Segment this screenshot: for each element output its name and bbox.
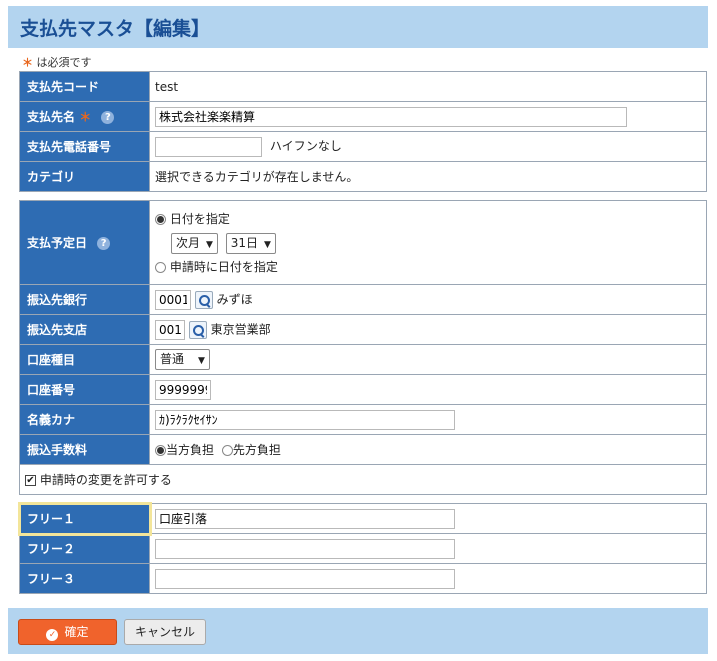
required-star-icon: ＊ xyxy=(79,110,92,124)
free2-label: フリー２ xyxy=(19,533,150,564)
account-number-label: 口座番号 xyxy=(19,374,150,405)
option-date-row: 日付を指定 xyxy=(155,207,701,231)
code-value: test xyxy=(155,79,179,94)
table-row: フリー３ xyxy=(19,563,707,594)
phone-input[interactable] xyxy=(155,136,262,157)
branch-label: 振込先支店 xyxy=(19,314,150,345)
table-row: 支払予定日 ? 日付を指定 次月 ▼ 31日 ▼ 申請時に日付を指定 xyxy=(19,200,707,285)
option-apply-label: 申請時に日付を指定 xyxy=(169,259,278,274)
cancel-button[interactable]: キャンセル xyxy=(124,619,206,645)
page-title: 支払先マスタ【編集】 xyxy=(20,18,211,40)
option-apply-radio[interactable] xyxy=(155,261,166,273)
fee-label: 振込手数料 xyxy=(19,434,150,465)
table-row: 口座種目 普通 ▼ xyxy=(19,344,707,375)
phone-label: 支払先電話番号 xyxy=(19,131,150,162)
required-note: ＊ は必須です xyxy=(22,54,92,70)
table-row: ✔ 申請時の変更を許可する xyxy=(19,464,707,495)
table-row: 振込先銀行 みずほ xyxy=(19,284,707,315)
allow-change-label: 申請時の変更を許可する xyxy=(39,473,172,487)
table-row: 名義カナ xyxy=(19,404,707,435)
page-frame: 支払先マスタ【編集】 ＊ は必須です 支払先コード test 支払先名 ＊ ? … xyxy=(8,6,708,654)
name-input[interactable] xyxy=(155,106,627,127)
code-label: 支払先コード xyxy=(19,71,150,102)
free3-label: フリー３ xyxy=(19,563,150,594)
bank-label: 振込先銀行 xyxy=(19,284,150,315)
free2-input[interactable] xyxy=(155,538,455,559)
chevron-down-icon: ▼ xyxy=(206,239,213,250)
search-icon[interactable] xyxy=(194,290,213,309)
free1-label: フリー１ xyxy=(17,501,152,536)
free-fields-table: フリー１ フリー２ フリー３ xyxy=(17,501,707,594)
option-apply-row: 申請時に日付を指定 xyxy=(155,255,701,279)
month-select[interactable]: 次月 ▼ xyxy=(171,232,218,254)
option-date-radio[interactable] xyxy=(155,213,166,225)
confirm-button-label: 確定 xyxy=(64,625,89,639)
date-label-cell: 支払予定日 ? xyxy=(19,200,150,285)
table-row: 振込手数料 当方負担 先方負担 xyxy=(19,434,707,465)
date-selects: 次月 ▼ 31日 ▼ xyxy=(155,231,701,255)
required-star-icon: ＊ xyxy=(22,56,33,69)
branch-name: 東京営業部 xyxy=(210,322,271,336)
chevron-down-icon: ▼ xyxy=(264,239,271,250)
bank-code-input[interactable] xyxy=(155,289,191,310)
bank-name: みずほ xyxy=(216,292,253,306)
account-type-label: 口座種目 xyxy=(19,344,150,375)
option-date-label: 日付を指定 xyxy=(169,211,230,226)
fee-other-radio[interactable] xyxy=(221,445,233,456)
date-label: 支払予定日 xyxy=(27,236,88,250)
check-icon: ✓ xyxy=(46,629,59,641)
table-row: 口座番号 xyxy=(19,374,707,405)
basic-info-table: 支払先コード test 支払先名 ＊ ? 支払先電話番号 ハイフンなし カテゴリ… xyxy=(19,71,707,192)
fee-other-label: 先方負担 xyxy=(232,443,281,457)
day-select[interactable]: 31日 ▼ xyxy=(225,232,276,254)
table-row: 支払先電話番号 ハイフンなし xyxy=(19,131,707,162)
table-row: フリー２ xyxy=(19,533,707,564)
fee-self-label: 当方負担 xyxy=(166,443,215,457)
table-row: 支払先コード test xyxy=(19,71,707,102)
table-row: カテゴリ 選択できるカテゴリが存在しません。 xyxy=(19,161,707,192)
confirm-button[interactable]: ✓ 確定 xyxy=(18,619,117,645)
account-number-input[interactable] xyxy=(155,379,211,400)
free1-input[interactable] xyxy=(155,508,455,529)
kana-input[interactable] xyxy=(155,409,455,430)
name-label: 支払先名 xyxy=(27,110,76,124)
help-icon[interactable]: ? xyxy=(97,237,111,250)
help-icon[interactable]: ? xyxy=(101,111,115,124)
branch-code-input[interactable] xyxy=(155,319,185,340)
button-bar: ✓ 確定 キャンセル xyxy=(8,604,708,654)
table-row: フリー１ xyxy=(17,501,707,536)
payment-table: 支払予定日 ? 日付を指定 次月▼ 31日▼ 申請時に日付を指定 振込先銀行 xyxy=(19,200,707,495)
phone-note: ハイフンなし xyxy=(269,139,342,153)
account-type-select[interactable]: 普通 ▼ xyxy=(155,349,210,370)
category-text: 選択できるカテゴリが存在しません。 xyxy=(155,170,359,184)
table-row: 支払先名 ＊ ? xyxy=(19,101,707,132)
chevron-down-icon: ▼ xyxy=(198,356,205,366)
table-row: 振込先支店 東京営業部 xyxy=(19,314,707,345)
free3-input[interactable] xyxy=(155,568,455,589)
category-label: カテゴリ xyxy=(19,161,150,192)
search-icon[interactable] xyxy=(188,320,207,339)
fee-self-radio[interactable] xyxy=(155,445,166,456)
required-note-text: は必須です xyxy=(36,56,92,69)
name-label-cell: 支払先名 ＊ ? xyxy=(19,101,150,132)
kana-label: 名義カナ xyxy=(19,404,150,435)
allow-change-checkbox[interactable]: ✔ xyxy=(25,475,36,486)
